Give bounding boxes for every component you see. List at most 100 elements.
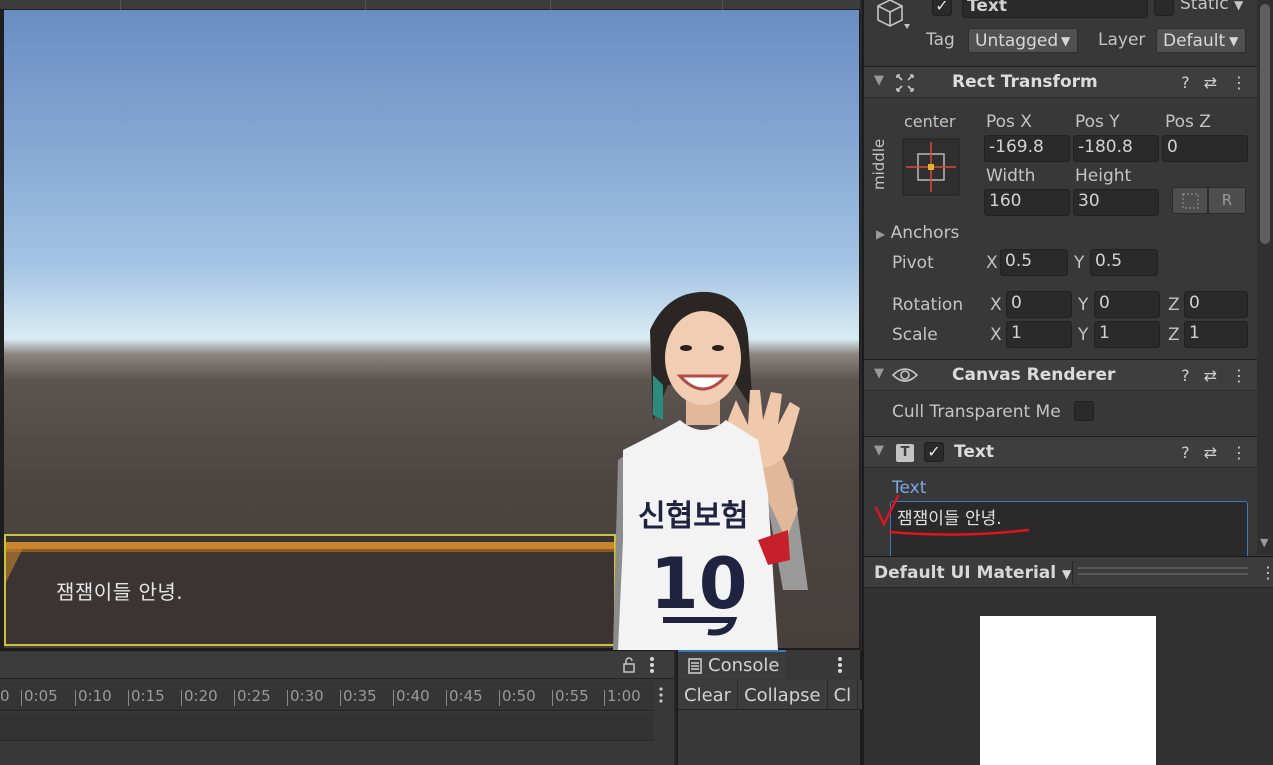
kebab-menu-icon[interactable] <box>836 656 844 674</box>
game-view[interactable]: 잼잼이들 안녕. 신협보험 10 <box>0 10 860 650</box>
anchor-preset-icon[interactable] <box>902 138 960 196</box>
text-component-icon: T <box>896 444 914 462</box>
pos-z-field[interactable]: 0 <box>1162 135 1248 162</box>
material-preview-swatch <box>980 616 1156 765</box>
clear-button[interactable]: Clear <box>678 680 739 710</box>
help-icon[interactable]: ? <box>1181 73 1190 92</box>
anchors-foldout[interactable]: ▶ Anchors <box>876 223 959 243</box>
drag-handle[interactable] <box>1078 573 1248 575</box>
foldout-caret-icon[interactable]: ▼ <box>874 366 884 381</box>
pivot-x-field[interactable]: 0.5 <box>1000 249 1068 276</box>
scroll-down-arrow-icon[interactable]: ▼ <box>1260 536 1268 549</box>
eye-icon <box>892 368 918 382</box>
console-tab-label: Console <box>708 655 780 676</box>
help-icon[interactable]: ? <box>1181 443 1190 462</box>
text-component-title: Text <box>954 442 994 462</box>
clear-on-play-button[interactable]: Cl <box>828 680 859 710</box>
ruler-tick: 0:20 <box>181 687 218 706</box>
dialog-corner-ornament <box>6 542 26 582</box>
dialog-box: 잼잼이들 안녕. <box>4 534 616 646</box>
ruler-tick: 0:50 <box>499 687 536 706</box>
text-component-header[interactable]: ▼ T ✓ Text ? ⇄ ⋮ <box>864 436 1257 468</box>
layer-label: Layer <box>1098 30 1146 50</box>
anchors-label: Anchors <box>890 223 960 243</box>
dashed-rect-icon <box>1182 193 1199 209</box>
pos-y-field[interactable]: -180.8 <box>1073 135 1159 162</box>
scale-label: Scale <box>892 325 938 345</box>
pos-z-label: Pos Z <box>1165 112 1211 132</box>
kebab-menu-icon[interactable]: ⋮ <box>1260 563 1273 582</box>
toolbar-separator <box>365 0 366 10</box>
drag-handle[interactable] <box>1078 567 1248 569</box>
rotation-z-field[interactable]: 0 <box>1184 291 1248 318</box>
raw-edit-button[interactable]: R <box>1208 187 1246 214</box>
inspector-scrollbar[interactable]: ▼ <box>1257 0 1273 555</box>
text-enabled-checkbox[interactable]: ✓ <box>924 442 944 462</box>
help-icon[interactable]: ? <box>1181 366 1190 385</box>
kebab-menu-icon[interactable]: ⋮ <box>1231 443 1247 462</box>
ruler-tick: 0:45 <box>446 687 483 706</box>
dialog-border-stripe <box>6 542 614 549</box>
foldout-caret-icon[interactable]: ▼ <box>874 73 884 88</box>
rect-transform-header[interactable]: ▼ Rect Transform ? ⇄ ⋮ <box>864 66 1257 98</box>
ruler-tick: 0 <box>0 687 10 705</box>
left-eye <box>680 345 692 351</box>
blueprint-mode-button[interactable] <box>1172 187 1208 214</box>
rotation-x-field[interactable]: 0 <box>1006 291 1072 318</box>
tag-dropdown[interactable]: Untagged ▼ <box>968 28 1078 53</box>
scale-z-field[interactable]: 1 <box>1184 321 1248 348</box>
timeline-panel: 0 0:05 0:10 0:15 0:20 0:25 0:30 0:35 0:4… <box>0 650 674 765</box>
lock-icon[interactable] <box>622 657 636 673</box>
rect-transform-icon <box>896 74 914 92</box>
toolbar-separator <box>722 0 723 10</box>
timeline-track[interactable] <box>0 713 654 741</box>
tag-value: Untagged <box>975 30 1057 51</box>
scale-y-field[interactable]: 1 <box>1094 321 1160 348</box>
cull-transparent-label: Cull Transparent Me <box>892 402 1061 422</box>
kebab-menu-icon[interactable]: ⋮ <box>1231 366 1247 385</box>
width-field[interactable]: 160 <box>984 189 1070 216</box>
ruler-tick: 1:00 <box>604 687 641 706</box>
material-dropdown[interactable]: Default UI Material ▼ <box>874 563 1071 583</box>
ruler-menu-icon[interactable] <box>658 687 664 703</box>
component-header-icons: ? ⇄ ⋮ <box>1181 366 1247 385</box>
face <box>665 311 741 405</box>
object-name-field[interactable]: Text <box>962 0 1148 18</box>
jersey-sponsor: 신협보험 <box>638 499 748 534</box>
gameobject-cube-icon <box>877 0 910 29</box>
material-preview-area <box>864 588 1273 765</box>
foldout-caret-icon[interactable]: ▼ <box>874 443 884 458</box>
component-header-icons: ? ⇄ ⋮ <box>1181 73 1247 92</box>
pos-x-field[interactable]: -169.8 <box>984 135 1070 162</box>
preset-icon[interactable]: ⇄ <box>1204 443 1217 462</box>
tab-console[interactable]: Console <box>678 650 786 679</box>
rotation-y-field[interactable]: 0 <box>1094 291 1160 318</box>
layer-dropdown[interactable]: Default ▼ <box>1156 28 1246 53</box>
ruler-tick: 0:30 <box>287 687 324 706</box>
preset-icon[interactable]: ⇄ <box>1204 366 1217 385</box>
cull-transparent-checkbox[interactable] <box>1074 401 1094 421</box>
annotation-checkmark <box>874 494 1030 536</box>
collapse-button[interactable]: Collapse <box>738 680 828 710</box>
static-label[interactable]: Static ▼ <box>1180 0 1243 14</box>
scrollbar-thumb[interactable] <box>1260 4 1270 244</box>
scale-x-field[interactable]: 1 <box>1006 321 1072 348</box>
jersey-number: 10 <box>650 543 747 625</box>
scale-x-label: X <box>990 325 1002 345</box>
timeline-ruler[interactable]: 0 0:05 0:10 0:15 0:20 0:25 0:30 0:35 0:4… <box>0 681 654 711</box>
active-checkbox[interactable]: ✓ <box>932 0 952 16</box>
kebab-menu-icon[interactable]: ⋮ <box>1231 73 1247 92</box>
pivot-y-field[interactable]: 0.5 <box>1090 249 1158 276</box>
anchor-vertical-label: middle <box>870 138 888 190</box>
height-field[interactable]: 30 <box>1073 189 1159 216</box>
inspector-panel: ✓ Text Static ▼ Tag Untagged ▼ Layer Def… <box>862 0 1273 765</box>
kebab-menu-icon[interactable] <box>648 656 656 674</box>
preset-icon[interactable]: ⇄ <box>1204 73 1217 92</box>
chevron-down-icon: ▼ <box>1062 567 1072 581</box>
toolbar-separator <box>120 0 121 10</box>
canvas-renderer-header[interactable]: ▼ Canvas Renderer ? ⇄ ⋮ <box>864 359 1257 391</box>
timeline-toolbar <box>0 651 674 679</box>
material-name: Default UI Material <box>874 563 1057 583</box>
static-checkbox[interactable] <box>1154 0 1174 16</box>
toolbar-separator <box>550 0 551 10</box>
